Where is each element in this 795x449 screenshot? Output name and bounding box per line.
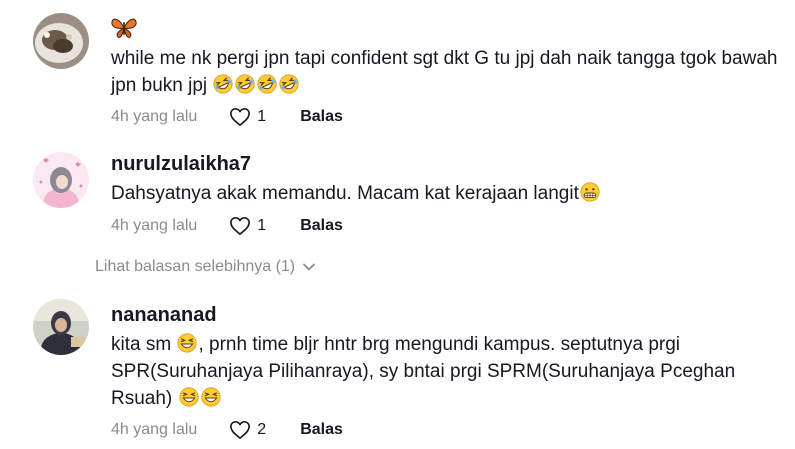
heart-icon — [230, 108, 251, 126]
avatar[interactable] — [33, 13, 89, 69]
rolling-on-floor-laughing-emoji — [257, 74, 278, 94]
comment-text: while me nk pergi jpn tapi confident sgt… — [111, 45, 781, 99]
chevron-down-icon — [303, 263, 316, 271]
like-count: 1 — [257, 217, 267, 234]
like-button[interactable]: 2 — [229, 420, 266, 440]
rolling-on-floor-laughing-emoji — [279, 74, 300, 94]
butterfly-icon — [111, 18, 137, 38]
heart-icon — [230, 421, 251, 439]
emoji-group — [212, 74, 300, 96]
comment-meta: 4h yang lalu 1 Balas — [111, 105, 343, 129]
comment-username[interactable]: nanananad — [111, 304, 217, 327]
like-button[interactable]: 1 — [229, 216, 266, 236]
like-count: 2 — [257, 421, 267, 438]
view-more-replies-button[interactable]: Lihat balasan selebihnya (1) — [95, 258, 316, 276]
grimacing-face-emoji — [580, 182, 600, 202]
comment-timestamp: 4h yang lalu — [111, 421, 198, 438]
grinning-squinting-face-emoji — [178, 387, 199, 407]
avatar[interactable] — [33, 299, 89, 355]
grinning-squinting-face-emoji — [177, 333, 198, 353]
avatar[interactable] — [33, 152, 89, 208]
comment-text-body: Dahsyatnya akak memandu. Macam kat keraj… — [111, 183, 579, 204]
rolling-on-floor-laughing-emoji — [235, 74, 256, 94]
comment-text: Dahsyatnya akak memandu. Macam kat keraj… — [111, 180, 781, 207]
like-count: 1 — [257, 108, 267, 125]
comment-username[interactable] — [111, 17, 137, 45]
comment-timestamp: 4h yang lalu — [111, 108, 198, 125]
reply-button[interactable]: Balas — [300, 421, 343, 439]
like-button[interactable]: 1 — [229, 107, 266, 127]
comment-text-part1: kita sm — [111, 334, 177, 355]
reply-button[interactable]: Balas — [300, 108, 343, 126]
view-more-replies-label: Lihat balasan selebihnya (1) — [95, 258, 296, 275]
comment-meta: 4h yang lalu 1 Balas — [111, 214, 343, 238]
comment-meta: 4h yang lalu 2 Balas — [111, 418, 343, 442]
rolling-on-floor-laughing-emoji — [213, 74, 234, 94]
comment-timestamp: 4h yang lalu — [111, 217, 198, 234]
comment-text: kita sm , prnh time bljr hntr brg mengun… — [111, 331, 781, 412]
comment-username[interactable]: nurulzulaikha7 — [111, 153, 251, 176]
grinning-squinting-face-emoji — [200, 387, 221, 407]
heart-icon — [230, 217, 251, 235]
reply-button[interactable]: Balas — [300, 217, 343, 235]
